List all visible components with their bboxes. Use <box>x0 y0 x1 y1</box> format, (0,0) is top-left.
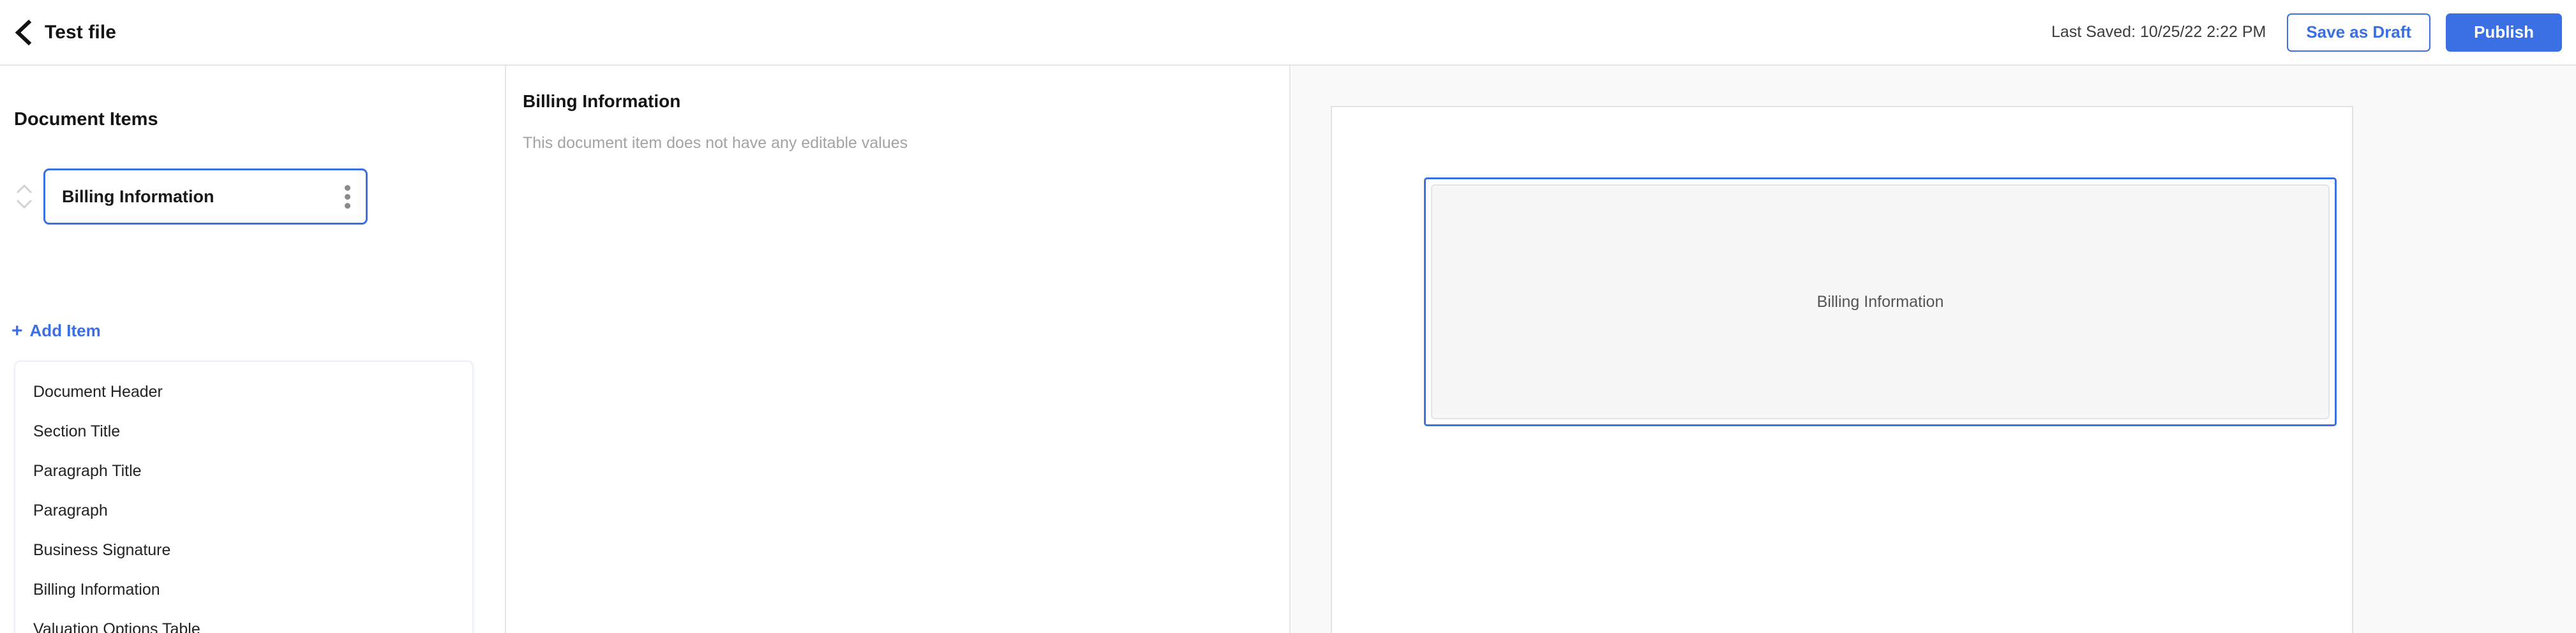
dropdown-option[interactable]: Paragraph Title <box>15 451 472 491</box>
dropdown-option[interactable]: Valuation Options Table <box>15 609 472 633</box>
add-item-button[interactable]: + Add Item <box>11 321 101 341</box>
document-items-sidebar: Document Items Billing Information + Add… <box>0 66 506 633</box>
properties-empty-message: This document item does not have any edi… <box>523 134 908 152</box>
dropdown-option[interactable]: Paragraph <box>15 491 472 530</box>
properties-panel-title: Billing Information <box>523 91 681 111</box>
chevron-down-icon[interactable] <box>16 199 33 209</box>
add-item-dropdown: Document Header Section Title Paragraph … <box>14 361 474 633</box>
kebab-dot <box>345 184 350 191</box>
dropdown-option[interactable]: Document Header <box>15 372 472 412</box>
kebab-dot <box>345 193 350 200</box>
preview-block-placeholder: Billing Information <box>1431 184 2330 419</box>
kebab-dot <box>345 202 350 209</box>
preview-page: Billing Information <box>1331 106 2353 633</box>
document-preview-pane: Billing Information <box>1292 66 2576 633</box>
publish-button[interactable]: Publish <box>2446 13 2562 52</box>
preview-block-billing-information[interactable]: Billing Information <box>1424 177 2337 426</box>
app-header: Test file Last Saved: 10/25/22 2:22 PM S… <box>0 0 2576 66</box>
last-saved-status: Last Saved: 10/25/22 2:22 PM <box>2051 23 2266 41</box>
kebab-menu-icon[interactable] <box>345 184 350 209</box>
chevron-up-icon[interactable] <box>16 184 33 194</box>
dropdown-option[interactable]: Billing Information <box>15 570 472 609</box>
reorder-controls <box>5 184 43 209</box>
plus-icon: + <box>11 320 23 341</box>
item-properties-panel: Billing Information This document item d… <box>507 66 1291 633</box>
add-item-label: Add Item <box>29 321 101 340</box>
save-as-draft-button[interactable]: Save as Draft <box>2287 13 2431 52</box>
sidebar-item-billing-information[interactable]: Billing Information <box>43 168 368 225</box>
dropdown-option[interactable]: Business Signature <box>15 530 472 570</box>
back-button[interactable] <box>6 15 41 50</box>
sidebar-item-label: Billing Information <box>62 186 214 206</box>
preview-block-label: Billing Information <box>1816 292 1944 311</box>
sidebar-heading: Document Items <box>14 109 158 130</box>
chevron-left-icon <box>14 19 33 45</box>
document-editor-app: Test file Last Saved: 10/25/22 2:22 PM S… <box>0 0 2576 633</box>
document-item-row: Billing Information <box>0 166 505 227</box>
dropdown-option[interactable]: Section Title <box>15 412 472 451</box>
header-actions: Last Saved: 10/25/22 2:22 PM Save as Dra… <box>2051 13 2576 52</box>
page-title: Test file <box>45 21 117 43</box>
